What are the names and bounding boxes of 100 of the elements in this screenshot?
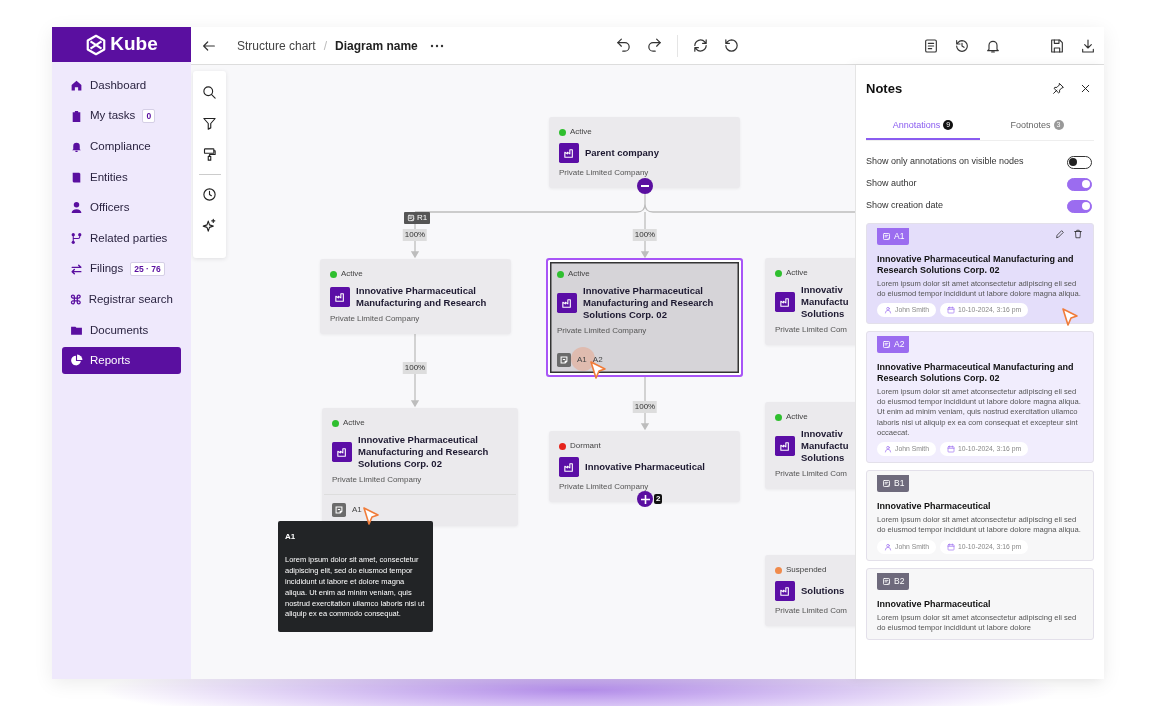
node-card[interactable]: Active Innovative Pharmaceutical Manufacturing and Research Solutions Corp. 02 Private Limited Company A1 A2 bbox=[546, 258, 743, 377]
note-card[interactable] bbox=[866, 223, 1094, 325]
clipboard-icon bbox=[70, 109, 83, 123]
node-subtitle: Private Limited Com bbox=[775, 467, 849, 480]
breadcrumb-separator: / bbox=[323, 37, 328, 55]
expand-button[interactable] bbox=[637, 491, 653, 507]
toggle-switch[interactable] bbox=[1067, 177, 1092, 191]
arrows-icon bbox=[70, 262, 83, 276]
factory-icon bbox=[559, 143, 579, 163]
undo-icon[interactable] bbox=[615, 37, 632, 54]
note-tag: B1 bbox=[877, 475, 910, 493]
user-icon bbox=[884, 542, 892, 551]
note-title: Innovative Pharmaceutical bbox=[877, 501, 992, 513]
redo-icon[interactable] bbox=[646, 37, 663, 54]
sidebar-item[interactable]: Dashboard bbox=[62, 72, 181, 99]
calendar-icon bbox=[947, 445, 955, 454]
delete-icon[interactable] bbox=[1073, 229, 1083, 239]
more-icon[interactable] bbox=[429, 43, 444, 48]
command-icon bbox=[70, 293, 82, 307]
annotation-link[interactable]: A2 bbox=[592, 353, 603, 366]
book-icon bbox=[70, 170, 83, 184]
count-badge: 2 bbox=[654, 494, 663, 504]
note-tag: B2 bbox=[877, 572, 910, 590]
node-title: Innovative Pharmaceutical Manufacturing and Research Solutions Corp. 02 bbox=[583, 285, 715, 321]
bell-icon bbox=[70, 140, 83, 154]
factory-icon bbox=[330, 286, 350, 307]
breadcrumb-link[interactable]: Structure chart bbox=[237, 36, 316, 55]
sidebar-item[interactable]: Compliance bbox=[62, 133, 181, 161]
toggle-label: Show author bbox=[866, 177, 917, 191]
note-title: Innovative Pharmaceutical Manufacturing and Research Solutions Corp. 02 bbox=[877, 254, 1075, 276]
factory-icon bbox=[775, 291, 795, 312]
tooltip-title: A1 bbox=[285, 531, 297, 543]
count-badge: 25 · 76 bbox=[130, 262, 165, 277]
collapse-button[interactable] bbox=[637, 178, 653, 194]
node-subtitle: Private Limited Company bbox=[557, 324, 648, 337]
sidebar-item[interactable]: Filings 25 · 76 bbox=[62, 255, 181, 283]
sidebar-item[interactable]: Officers bbox=[62, 194, 181, 222]
status-text: Active bbox=[786, 267, 808, 279]
node-title: Innovativ Manufactu Solutions bbox=[801, 428, 849, 464]
clock-icon[interactable] bbox=[202, 187, 217, 202]
node-card[interactable]: Active Innovative Pharmaceutical Manufacturing and Research Solutions Corp. 02 Private Limited Company A1 bbox=[322, 408, 518, 526]
sidebar-item[interactable]: Reports bbox=[62, 347, 181, 375]
factory-icon bbox=[775, 581, 795, 601]
note-icon[interactable] bbox=[332, 502, 346, 517]
status-text: Active bbox=[568, 268, 590, 280]
hover-highlight bbox=[571, 346, 595, 371]
node-card[interactable]: Active Innovativ Manufactu Solutions Private Limited Com bbox=[765, 402, 855, 489]
factory-icon bbox=[559, 457, 579, 477]
download-icon[interactable] bbox=[1080, 37, 1096, 54]
save-icon[interactable] bbox=[1049, 37, 1065, 54]
node-subtitle: Private Limited Com bbox=[775, 605, 849, 617]
history-icon[interactable] bbox=[954, 37, 970, 54]
node-title: Innovativ Manufactu Solutions bbox=[801, 284, 849, 320]
paint-roller-icon[interactable] bbox=[202, 147, 217, 162]
person-icon bbox=[70, 201, 83, 215]
sidebar-item[interactable]: Related parties bbox=[62, 224, 181, 252]
cursor-icon bbox=[1061, 307, 1079, 328]
node-card[interactable]: Suspended Solutions Private Limited Com bbox=[765, 555, 855, 626]
panel-title: Notes bbox=[866, 80, 903, 98]
factory-icon bbox=[332, 441, 352, 462]
node-card[interactable]: Active Innovativ Manufactu Solutions Private Limited Com bbox=[765, 258, 855, 345]
node-title: Parent company bbox=[585, 147, 659, 159]
filter-icon[interactable] bbox=[202, 116, 217, 131]
note-card[interactable] bbox=[866, 331, 1094, 464]
sidebar-item[interactable]: My tasks 0 bbox=[62, 102, 181, 130]
node-card[interactable]: Active Innovative Pharmaceutical Manufacturing and Research Private Limited Company bbox=[320, 259, 511, 334]
node-title: Solutions bbox=[801, 585, 845, 597]
search-icon[interactable] bbox=[202, 85, 217, 100]
count-badge: 0 bbox=[142, 109, 156, 124]
edit-icon[interactable] bbox=[1055, 229, 1065, 239]
sidebar-item[interactable]: Entities bbox=[62, 163, 181, 191]
node-title: Innovative Pharmaceutical bbox=[585, 461, 705, 473]
sidebar-item[interactable]: Documents bbox=[62, 316, 181, 344]
sparkle-icon[interactable] bbox=[202, 218, 217, 233]
note-tag: A1 bbox=[877, 228, 910, 245]
note-icon bbox=[882, 576, 891, 586]
node-subtitle: Private Limited Company bbox=[330, 312, 421, 325]
toggle-switch[interactable] bbox=[1067, 155, 1092, 169]
note-icon bbox=[882, 340, 891, 350]
annotation-link[interactable]: A1 bbox=[352, 503, 362, 516]
breadcrumb-link[interactable]: Diagram name bbox=[335, 36, 418, 55]
toggle-switch[interactable] bbox=[1067, 199, 1092, 213]
note-icon[interactable] bbox=[557, 352, 571, 367]
reset-icon[interactable] bbox=[723, 37, 740, 54]
pin-icon[interactable] bbox=[1052, 82, 1065, 96]
status-text: Active bbox=[570, 126, 592, 138]
notes-icon[interactable] bbox=[923, 37, 939, 54]
note-icon bbox=[882, 232, 891, 241]
status-text: Dormant bbox=[570, 440, 601, 452]
node-card[interactable]: Active Parent company Private Limited Company bbox=[549, 117, 740, 188]
node-subtitle: Private Limited Com bbox=[775, 323, 849, 336]
cursor-icon bbox=[589, 360, 607, 380]
refresh-icon[interactable] bbox=[692, 37, 709, 54]
toggle-label: Show creation date bbox=[866, 199, 944, 213]
note-icon bbox=[882, 479, 891, 489]
calendar-icon bbox=[947, 542, 955, 551]
branch-icon bbox=[70, 231, 83, 245]
sidebar-item[interactable]: Registrar search bbox=[62, 286, 181, 314]
annotation-link[interactable]: A1 bbox=[577, 353, 587, 366]
relation-tag[interactable]: R1 bbox=[404, 212, 431, 224]
